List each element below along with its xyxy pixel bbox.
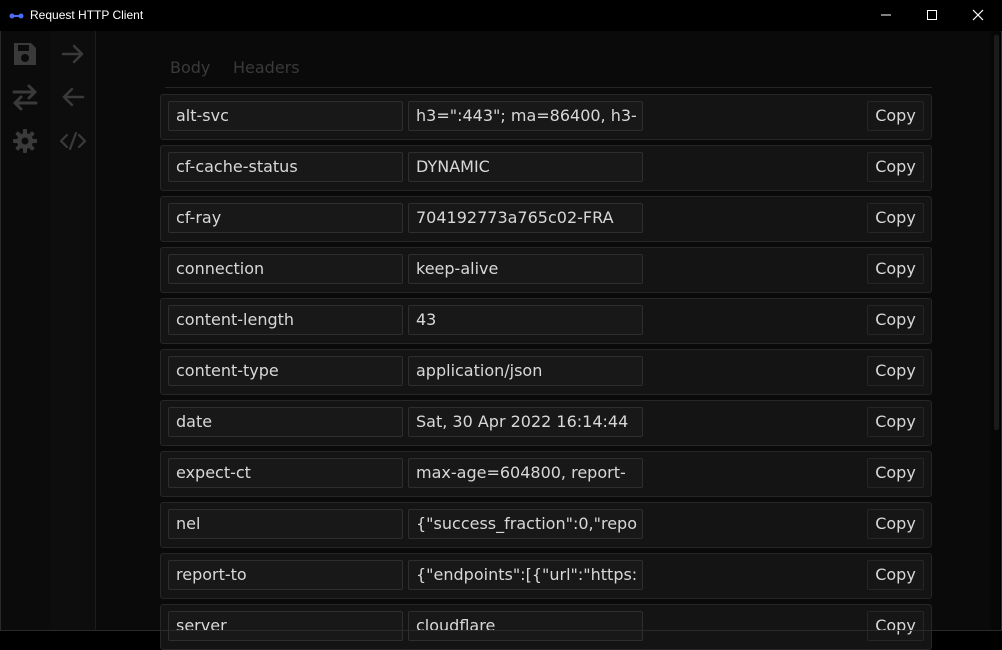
header-row: report-to {"endpoints":[{"url":"https: Cop…	[160, 553, 932, 599]
copy-button[interactable]: Copy	[867, 458, 924, 488]
swap-icon[interactable]	[10, 82, 40, 112]
tab-body[interactable]: Body	[170, 58, 210, 77]
scrollbar-thumb[interactable]	[994, 35, 999, 430]
header-row: content-length 43 Copy	[160, 298, 932, 344]
minimize-button[interactable]	[863, 0, 909, 31]
copy-button[interactable]: Copy	[867, 203, 924, 233]
close-button[interactable]	[955, 0, 1001, 31]
tabs-divider	[165, 87, 932, 88]
copy-button[interactable]: Copy	[867, 101, 924, 131]
header-value-field[interactable]: max-age=604800, report-	[408, 458, 643, 488]
header-value-field[interactable]: h3=":443"; ma=86400, h3-	[408, 101, 643, 131]
header-name-field[interactable]: connection	[168, 254, 403, 284]
header-row: expect-ct max-age=604800, report- Copy	[160, 451, 932, 497]
header-row: date Sat, 30 Apr 2022 16:14:44 Copy	[160, 400, 932, 446]
header-row: content-type application/json Copy	[160, 349, 932, 395]
header-value-field[interactable]: DYNAMIC	[408, 152, 643, 182]
header-row: cf-ray 704192773a765c02-FRA Copy	[160, 196, 932, 242]
header-name-field[interactable]: content-length	[168, 305, 403, 335]
maximize-button[interactable]	[909, 0, 955, 31]
header-name-field[interactable]: server	[168, 611, 403, 641]
copy-button[interactable]: Copy	[867, 407, 924, 437]
sidebar-primary	[1, 31, 51, 631]
header-row: cf-cache-status DYNAMIC Copy	[160, 145, 932, 191]
header-value-field[interactable]: 704192773a765c02-FRA	[408, 203, 643, 233]
header-name-field[interactable]: expect-ct	[168, 458, 403, 488]
header-value-field[interactable]: application/json	[408, 356, 643, 386]
header-row: server cloudflare Copy	[160, 604, 932, 650]
copy-button[interactable]: Copy	[867, 611, 924, 641]
header-value-field[interactable]: {"success_fraction":0,"repo	[408, 509, 643, 539]
header-name-field[interactable]: nel	[168, 509, 403, 539]
save-icon[interactable]	[10, 39, 40, 69]
copy-button[interactable]: Copy	[867, 509, 924, 539]
header-name-field[interactable]: cf-ray	[168, 203, 403, 233]
header-name-field[interactable]: date	[168, 407, 403, 437]
header-name-field[interactable]: report-to	[168, 560, 403, 590]
header-name-field[interactable]: alt-svc	[168, 101, 403, 131]
tab-headers[interactable]: Headers	[233, 58, 300, 77]
copy-button[interactable]: Copy	[867, 560, 924, 590]
close-icon	[972, 9, 984, 21]
maximize-icon	[927, 10, 937, 20]
header-name-field[interactable]: content-type	[168, 356, 403, 386]
copy-button[interactable]: Copy	[867, 254, 924, 284]
minimize-icon	[881, 14, 891, 16]
title-bar: Request HTTP Client	[0, 0, 1002, 32]
header-row: connection keep-alive Copy	[160, 247, 932, 293]
header-name-field[interactable]: cf-cache-status	[168, 152, 403, 182]
header-value-field[interactable]: {"endpoints":[{"url":"https:	[408, 560, 643, 590]
arrow-left-icon[interactable]	[58, 82, 88, 112]
copy-button[interactable]: Copy	[867, 305, 924, 335]
header-value-field[interactable]: 43	[408, 305, 643, 335]
header-row: alt-svc h3=":443"; ma=86400, h3- Copy	[160, 94, 932, 140]
window-title: Request HTTP Client	[30, 8, 144, 22]
header-value-field[interactable]: keep-alive	[408, 254, 643, 284]
app-logo-icon	[9, 13, 24, 19]
gear-icon[interactable]	[10, 126, 40, 156]
arrow-right-icon[interactable]	[58, 39, 88, 69]
sidebar	[1, 31, 95, 631]
copy-button[interactable]: Copy	[867, 152, 924, 182]
header-row: nel {"success_fraction":0,"repo Copy	[160, 502, 932, 548]
copy-button[interactable]: Copy	[867, 356, 924, 386]
code-icon[interactable]	[58, 126, 88, 156]
header-value-field[interactable]: Sat, 30 Apr 2022 16:14:44	[408, 407, 643, 437]
header-value-field[interactable]: cloudflare	[408, 611, 643, 641]
